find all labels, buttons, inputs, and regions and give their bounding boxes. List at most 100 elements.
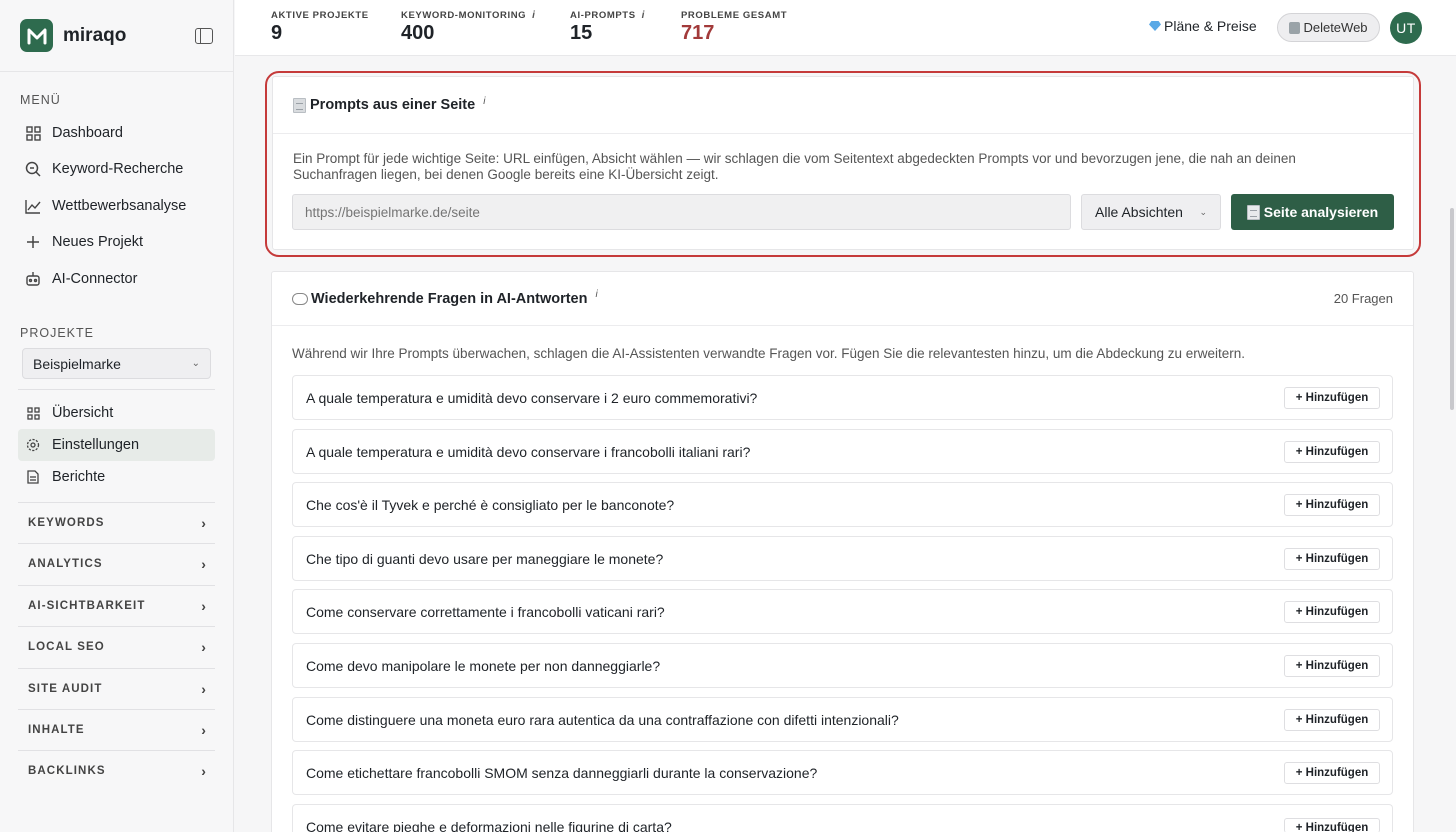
plus-icon (25, 234, 41, 250)
line-chart-icon (25, 198, 41, 214)
stat-probleme-gesamt: PROBLEME GESAMT 717 (681, 10, 787, 45)
project-nav-einstellungen[interactable]: Einstellungen (18, 429, 215, 461)
question-row: Che cos'è il Tyvek e perché è consigliat… (292, 482, 1393, 527)
gear-icon (25, 437, 41, 453)
stat-value: 717 (681, 22, 715, 44)
project-nav-label: Berichte (52, 469, 106, 485)
group-label: BACKLINKS (28, 765, 106, 777)
question-text: Come distinguere una moneta euro rara au… (306, 711, 899, 728)
add-question-button[interactable]: + Hinzufügen (1284, 441, 1380, 463)
chevron-right-icon: › (201, 681, 207, 697)
question-row: Come evitare pieghe e deformazioni nelle… (292, 804, 1393, 832)
highlight-frame (265, 71, 1421, 257)
plans-label: Pläne & Preise (1164, 18, 1257, 34)
grid-icon (25, 405, 41, 421)
add-question-button[interactable]: + Hinzufügen (1284, 655, 1380, 677)
question-row: Come etichettare francobolli SMOM senza … (292, 750, 1393, 795)
info-icon[interactable]: i (595, 289, 597, 300)
plans-link[interactable]: Pläne & Preise (1149, 18, 1257, 34)
project-nav-berichte[interactable]: Berichte (18, 461, 215, 493)
group-ai-sichtbarkeit[interactable]: AI-SICHTBARKEIT › (18, 585, 215, 626)
chevron-right-icon: › (201, 763, 207, 779)
logo-text[interactable]: miraqo (63, 25, 126, 47)
question-text: Come conservare correttamente i francobo… (306, 603, 665, 620)
search-icon (25, 161, 41, 177)
questions-count: 20 Fragen (1333, 291, 1393, 306)
question-text: Che cos'è il Tyvek e perché è consigliat… (306, 496, 675, 513)
chevron-right-icon: › (201, 556, 207, 572)
group-inhalte[interactable]: INHALTE › (18, 709, 215, 750)
document-icon (25, 469, 41, 485)
top-bar: AKTIVE PROJEKTE 9 KEYWORD-MONITORING i 40… (235, 0, 1456, 56)
group-label: ANALYTICS (28, 558, 103, 570)
question-row: Come devo manipolare le monete per non d… (292, 643, 1393, 688)
stat-label: AI-PROMPTS (570, 10, 636, 21)
question-text: A quale temperatura e umidità devo conse… (306, 389, 758, 406)
project-select-value: Beispielmarke (33, 355, 121, 372)
add-question-button[interactable]: + Hinzufügen (1284, 387, 1380, 409)
question-row: Che tipo di guanti devo usare per manegg… (292, 536, 1393, 581)
question-row: Come distinguere una moneta euro rara au… (292, 697, 1393, 742)
avatar[interactable]: UT (1390, 12, 1422, 44)
info-icon[interactable]: i (642, 10, 645, 21)
group-local-seo[interactable]: LOCAL SEO › (18, 626, 215, 667)
group-label: SITE AUDIT (28, 683, 103, 695)
stat-aktive-projekte: AKTIVE PROJEKTE 9 (271, 10, 369, 45)
add-question-button[interactable]: + Hinzufügen (1284, 494, 1380, 516)
card-title: Wiederkehrende Fragen in AI-Antworten (311, 290, 588, 307)
group-keywords[interactable]: KEYWORDS › (18, 502, 215, 543)
nav-item-keyword-recherche[interactable]: Keyword-Recherche (18, 153, 215, 185)
robot-icon (25, 271, 41, 287)
question-text: Come devo manipolare le monete per non d… (306, 657, 661, 674)
group-backlinks[interactable]: BACKLINKS › (18, 750, 215, 791)
group-label: INHALTE (28, 724, 85, 736)
page-scrollbar[interactable] (1450, 208, 1454, 410)
project-nav-uebersicht[interactable]: Übersicht (18, 397, 215, 429)
nav-item-dashboard[interactable]: Dashboard (18, 117, 215, 149)
stat-label: AKTIVE PROJEKTE (271, 10, 369, 21)
add-question-button[interactable]: + Hinzufügen (1284, 762, 1380, 784)
question-row: Come conservare correttamente i francobo… (292, 589, 1393, 634)
chevron-right-icon: › (201, 639, 207, 655)
sidebar-toggle-icon[interactable] (195, 27, 213, 44)
nav-item-wettbewerbsanalyse[interactable]: Wettbewerbsanalyse (18, 190, 215, 222)
question-row: A quale temperatura e umidità devo conse… (292, 375, 1393, 420)
menu-section-label: MENÜ (20, 93, 61, 107)
stat-value: 15 (570, 22, 593, 44)
speech-bubble-icon (292, 292, 308, 305)
group-analytics[interactable]: ANALYTICS › (18, 543, 215, 584)
workspace-switcher[interactable]: DeleteWeb (1277, 13, 1380, 42)
gem-icon (1149, 21, 1161, 31)
add-question-button[interactable]: + Hinzufügen (1284, 818, 1380, 832)
nav-item-label: AI-Connector (52, 271, 138, 287)
question-text: Come etichettare francobolli SMOM senza … (306, 764, 818, 781)
logo-icon[interactable] (20, 19, 53, 52)
group-label: AI-SICHTBARKEIT (28, 600, 146, 612)
sidebar: miraqo MENÜ Dashboard Keyword-Recherche … (0, 0, 234, 832)
group-site-audit[interactable]: SITE AUDIT › (18, 668, 215, 709)
question-text: Che tipo di guanti devo usare per manegg… (306, 550, 664, 567)
chevron-right-icon: › (201, 722, 207, 738)
question-text: Come evitare pieghe e deformazioni nelle… (306, 819, 672, 832)
card-header: Wiederkehrende Fragen in AI-Antworten i … (272, 272, 1413, 326)
stat-ai-prompts: AI-PROMPTS i 15 (570, 10, 645, 45)
nav-item-label: Neues Projekt (52, 234, 144, 250)
projects-section-label: PROJEKTE (20, 326, 94, 340)
nav-item-neues-projekt[interactable]: Neues Projekt (18, 226, 215, 258)
add-question-button[interactable]: + Hinzufügen (1284, 709, 1380, 731)
chevron-right-icon: › (201, 515, 207, 531)
project-select[interactable]: Beispielmarke ⌄ (22, 348, 211, 379)
stat-label: KEYWORD-MONITORING (401, 10, 527, 21)
workspace-label: DeleteWeb (1303, 20, 1368, 35)
logo-row: miraqo (0, 0, 233, 72)
add-question-button[interactable]: + Hinzufügen (1284, 548, 1380, 570)
add-question-button[interactable]: + Hinzufügen (1284, 601, 1380, 623)
project-nav-label: Einstellungen (52, 437, 140, 453)
stat-value: 400 (401, 22, 435, 44)
nav-item-ai-connector[interactable]: AI-Connector (18, 263, 215, 295)
question-text: A quale temperatura e umidità devo conse… (306, 443, 751, 460)
info-icon[interactable]: i (532, 10, 535, 21)
project-nav-label: Übersicht (52, 405, 114, 421)
stat-value: 9 (271, 22, 283, 44)
group-label: KEYWORDS (28, 517, 105, 529)
